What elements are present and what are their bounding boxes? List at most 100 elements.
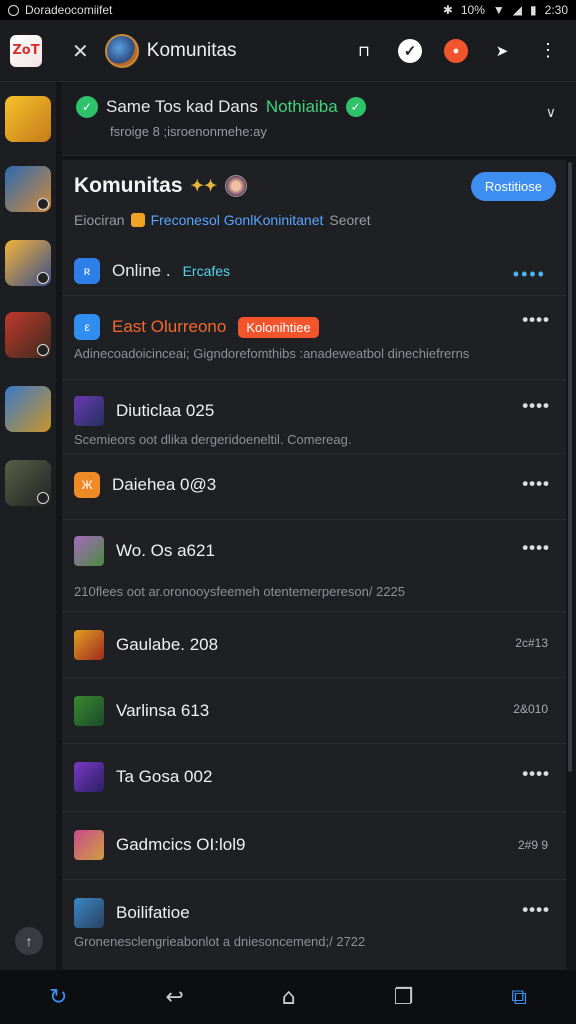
games-sidebar: ↑ [0, 82, 56, 970]
sidebar-badge-icon [37, 272, 49, 284]
more-icon[interactable]: •••• [522, 900, 550, 920]
panel-header: Komunitas ✦✦ Rostitiose Eiociran Frecone… [62, 160, 566, 296]
sidebar-badge-icon [37, 492, 49, 504]
more-icon[interactable]: •••• [522, 396, 550, 416]
chevron-down-icon[interactable]: ∨ [546, 104, 556, 121]
app-logo[interactable]: ZoT [10, 34, 42, 67]
list-item-title: Gaulabe. 208 [116, 635, 219, 654]
list-item[interactable]: Gaulabe. 208 2c#13 [62, 612, 566, 678]
back-icon[interactable]: ↩ [165, 985, 183, 1010]
item-count: 2#9 9 [517, 838, 548, 852]
list-item[interactable]: ε East Olurreono Kolonihtiee Adinecoadoi… [62, 296, 566, 380]
verified-check-icon: ✓ [76, 96, 98, 118]
banner-title: Same Tos kad Dans [106, 97, 258, 116]
wifi-icon: ▼ [492, 3, 505, 17]
panel-meta-suffix: Seoret [329, 212, 371, 228]
list-item-title: Ta Gosa 002 [116, 767, 213, 786]
list-item-desc: Scemieors oot dlika dergeridoeneltil. Co… [74, 432, 352, 447]
list-item-title: Varlinsa 613 [116, 701, 210, 720]
app-bar: ZoT ✕ Komunitas ⊓ ✓ ● ➤ ⋮ [0, 20, 576, 82]
avatar[interactable] [225, 175, 248, 197]
game-thumbnail [74, 762, 104, 792]
list-item-title: Daiehea 0@3 [112, 475, 217, 494]
overflow-menu-icon[interactable]: ⋮ [536, 39, 560, 63]
sidebar-game-6[interactable] [5, 460, 51, 506]
sparkle-icon: ✦✦ [190, 178, 218, 195]
sidebar-game-4[interactable] [5, 312, 51, 358]
sidebar-badge-icon [37, 198, 49, 210]
scrollbar[interactable] [568, 162, 572, 772]
banner-highlight: Nothiaiba [265, 97, 338, 116]
status-app-name: Doradeocomiifet [25, 3, 113, 17]
sidebar-game-1[interactable] [5, 96, 51, 142]
system-nav-bar: ↻ ↩ ⌂ ❐ ⧉ [0, 970, 576, 1024]
online-tag: Ercafes [182, 263, 231, 279]
list-item[interactable]: Gadmcics OI:lol9 2#9 9 [62, 812, 566, 880]
item-count: 2c#13 [515, 636, 548, 650]
status-badge: Kolonihtiee [238, 316, 319, 338]
clock: 2:30 [544, 3, 568, 17]
status-bar: Doradeocomiifet ✱ 10% ▼ ◢ ▮ 2:30 [0, 0, 576, 20]
refresh-icon[interactable]: ↻ [49, 985, 67, 1010]
banner-subtitle: fsroige 8 ;isroenonmehe:ay [110, 124, 267, 139]
notification-bell-icon[interactable]: ● [444, 38, 468, 63]
game-thumbnail [74, 898, 104, 928]
signal-icon: ◢ [512, 3, 523, 17]
list-item-title: Wo. Os a621 [116, 541, 215, 560]
community-panel: Komunitas ✦✦ Rostitiose Eiociran Frecone… [62, 160, 566, 970]
coin-icon [130, 213, 145, 227]
online-label: Online . [112, 261, 171, 280]
battery-percent: 10% [460, 3, 485, 17]
notification-icon [8, 4, 19, 16]
list-item-desc: 210flees oot ar.oronooysfeemeh otentemer… [74, 584, 406, 599]
community-avatar[interactable] [104, 33, 139, 68]
list-item[interactable]: Boilifatioe Gronenesclengrieabonlot a dn… [62, 880, 566, 964]
verified-banner[interactable]: ✓ Same Tos kad Dans Nothiaiba ✓ fsroige … [62, 82, 576, 156]
battery-icon: ▮ [530, 3, 537, 17]
list-item-desc: Gronenesclengrieabonlot a dniesoncemend;… [74, 934, 366, 949]
more-icon[interactable]: •••• [513, 264, 546, 285]
screenshot-icon[interactable]: ⧉ [511, 985, 527, 1010]
list-item[interactable]: Ж Daiehea 0@3 •••• [62, 454, 566, 520]
game-thumbnail [74, 536, 104, 566]
game-thumbnail [74, 630, 104, 660]
game-thumbnail [74, 396, 104, 426]
list-item[interactable]: Diuticlaa 025 Scemieors oot dlika derger… [62, 380, 566, 454]
register-button[interactable]: Rostitiose [470, 172, 556, 201]
sidebar-game-5[interactable] [5, 386, 51, 432]
panel-title: Komunitas [74, 174, 183, 197]
channel-icon: ε [74, 314, 100, 340]
panel-link[interactable]: Freconesol GonlKoninitanet [151, 212, 324, 228]
item-count: 2&010 [513, 702, 548, 716]
game-thumbnail [74, 696, 104, 726]
add-icon[interactable]: ↑ [15, 927, 43, 955]
more-icon[interactable]: •••• [522, 474, 550, 494]
recents-icon[interactable]: ❐ [394, 985, 414, 1010]
sidebar-badge-icon [37, 344, 49, 356]
online-icon: ʀ [74, 258, 100, 284]
bluetooth-icon: ✱ [442, 3, 453, 17]
sidebar-game-3[interactable] [5, 240, 51, 286]
online-row[interactable]: ʀ Online . Ercafes [74, 258, 230, 284]
list-item[interactable]: Wo. Os a621 210flees oot ar.oronooysfeem… [62, 520, 566, 612]
channel-icon: Ж [74, 472, 100, 498]
lock-icon[interactable]: ⊓ [352, 39, 376, 63]
list-item-title: East Olurreono [112, 317, 227, 336]
close-icon[interactable]: ✕ [72, 39, 89, 63]
panel-meta-label: Eiociran [74, 212, 125, 228]
check-circle-icon[interactable]: ✓ [398, 38, 422, 63]
share-icon[interactable]: ➤ [490, 39, 514, 63]
more-icon[interactable]: •••• [522, 764, 550, 784]
page-title: Komunitas [146, 39, 237, 61]
list-item[interactable]: Ta Gosa 002 •••• [62, 744, 566, 812]
more-icon[interactable]: •••• [522, 538, 550, 558]
list-item-title: Diuticlaa 025 [116, 401, 215, 420]
sidebar-game-2[interactable] [5, 166, 51, 212]
more-icon[interactable]: •••• [522, 310, 550, 330]
home-icon[interactable]: ⌂ [282, 985, 296, 1010]
list-item-title: Boilifatioe [116, 903, 190, 922]
game-thumbnail [74, 830, 104, 860]
list-item-title: Gadmcics OI:lol9 [116, 835, 246, 854]
list-item-desc: Adinecoadoicinceai; Gigndorefomthibs :an… [74, 346, 470, 361]
list-item[interactable]: Varlinsa 613 2&010 [62, 678, 566, 744]
